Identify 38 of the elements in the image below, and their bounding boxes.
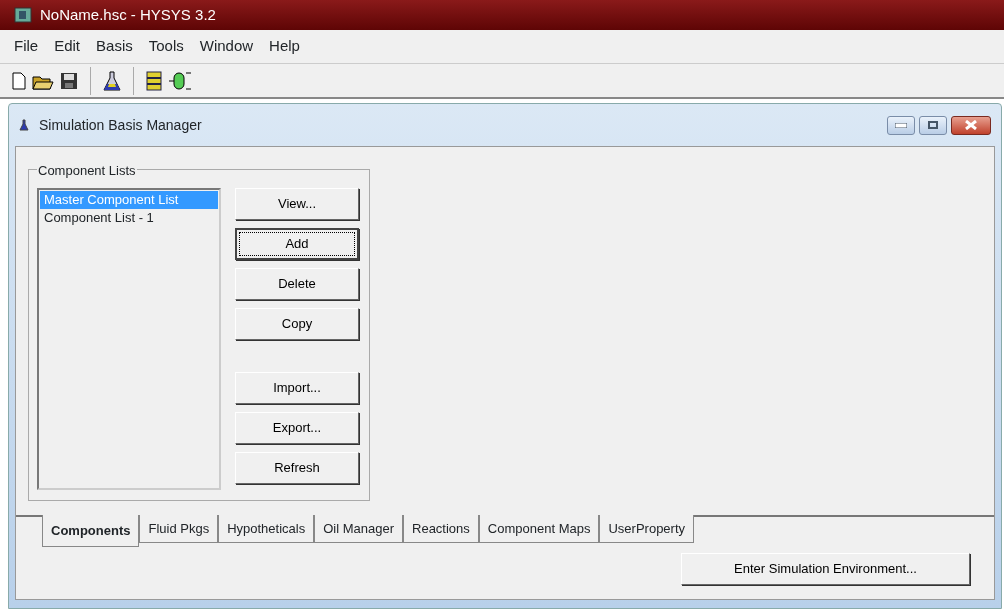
tab[interactable]: Reactions [403, 515, 479, 543]
window-title: Simulation Basis Manager [39, 115, 202, 135]
restore-button[interactable] [919, 115, 947, 135]
minimize-icon [895, 122, 907, 128]
close-button[interactable] [951, 115, 991, 135]
flask-icon[interactable] [103, 70, 121, 91]
menu-item[interactable]: Basis [88, 35, 141, 58]
app-icon [14, 7, 32, 23]
action-button[interactable]: View... [235, 188, 359, 220]
tab[interactable]: Components [42, 515, 140, 547]
action-button[interactable]: Refresh [235, 452, 359, 484]
enter-environment-button[interactable]: Enter Simulation Environment... [681, 553, 970, 585]
column-icon[interactable] [146, 70, 162, 91]
tab[interactable]: Component Maps [478, 515, 600, 543]
vessel-icon[interactable] [168, 69, 192, 92]
close-icon [964, 120, 978, 130]
tab[interactable]: Hypotheticals [218, 515, 315, 543]
action-button[interactable]: Import... [235, 372, 359, 404]
flask-icon [19, 119, 29, 131]
action-button[interactable]: Copy [235, 308, 359, 340]
tab[interactable]: Oil Manager [314, 515, 403, 543]
menu-item[interactable]: File [6, 35, 47, 58]
action-button[interactable]: Delete [235, 268, 359, 300]
tab[interactable]: UserProperty [599, 515, 695, 543]
restore-icon [928, 121, 938, 129]
menu-item[interactable]: Edit [46, 35, 89, 58]
menu-item[interactable]: Window [191, 35, 262, 58]
menu-item[interactable]: Help [261, 35, 308, 58]
list-box[interactable]: Master Component List Component List - 1 [37, 188, 221, 490]
list-item[interactable]: Component List - 1 [40, 209, 218, 227]
action-button[interactable]: Add [235, 228, 359, 260]
save-icon[interactable] [60, 71, 78, 90]
new-file-icon[interactable] [12, 71, 26, 90]
action-button[interactable]: Export... [235, 412, 359, 444]
minimize-button[interactable] [887, 115, 915, 135]
window-title: NoName.hsc - HYSYS 3.2 [40, 4, 216, 25]
tab[interactable]: Fluid Pkgs [139, 515, 219, 543]
menu-item[interactable]: Tools [140, 35, 192, 58]
